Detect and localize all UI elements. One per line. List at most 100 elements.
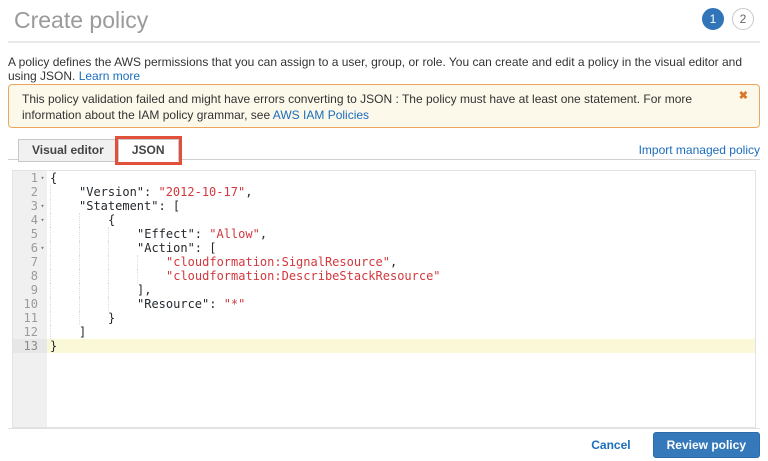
fold-arrow-icon[interactable]: ▾	[38, 241, 47, 255]
gutter-line-number: 11	[13, 311, 47, 325]
gutter-line-number[interactable]: 3▾	[13, 199, 47, 213]
indent-guide	[108, 297, 137, 311]
code-line[interactable]: "cloudformation:SignalResource",	[47, 255, 755, 269]
code-line[interactable]: {	[47, 171, 755, 185]
fold-spacer	[38, 325, 47, 339]
learn-more-link[interactable]: Learn more	[79, 69, 140, 83]
fold-arrow-icon[interactable]: ▾	[38, 199, 47, 213]
code-token: ],	[137, 283, 151, 297]
tab-json[interactable]: JSON	[118, 139, 179, 162]
code-line[interactable]: ]	[47, 325, 755, 339]
indent-guide	[50, 199, 79, 213]
indent-guide	[50, 311, 79, 325]
editor-tabs: Visual editor JSON	[18, 139, 179, 162]
fold-spacer	[38, 283, 47, 297]
indent-guide	[79, 311, 108, 325]
indent-guide	[50, 283, 79, 297]
import-managed-policy-link[interactable]: Import managed policy	[639, 143, 760, 157]
indent-guide	[137, 255, 166, 269]
code-token: {	[50, 171, 57, 185]
validation-warning-banner: This policy validation failed and might …	[8, 84, 760, 128]
code-line[interactable]: "Version": "2012-10-17",	[47, 185, 755, 199]
gutter-line-number: 9	[13, 283, 47, 297]
indent-guide	[50, 185, 79, 199]
indent-guide	[50, 227, 79, 241]
editor-code[interactable]: {"Version": "2012-10-17","Statement": [{…	[47, 171, 755, 427]
code-line[interactable]: ],	[47, 283, 755, 297]
footer-bar: Cancel Review policy	[8, 428, 760, 461]
title-divider	[8, 41, 760, 43]
code-token: ,	[390, 255, 397, 269]
fold-spacer	[38, 227, 47, 241]
editor-gutter: 1▾23▾4▾56▾78910111213	[13, 171, 47, 427]
indent-guide	[79, 213, 108, 227]
code-token: }	[108, 311, 115, 325]
intro-text: A policy defines the AWS permissions tha…	[8, 55, 760, 83]
step-indicator: 1 2	[702, 8, 754, 30]
step-1-circle: 1	[702, 8, 724, 30]
gutter-line-number: 5	[13, 227, 47, 241]
tab-visual-editor[interactable]: Visual editor	[18, 139, 118, 162]
code-line[interactable]: "cloudformation:DescribeStackResource"	[47, 269, 755, 283]
code-string-token: "cloudformation:DescribeStackResource"	[166, 269, 441, 283]
page-title: Create policy	[14, 7, 148, 34]
code-line[interactable]: {	[47, 213, 755, 227]
indent-guide	[79, 269, 108, 283]
gutter-line-number: 12	[13, 325, 47, 339]
gutter-line-number: 8	[13, 269, 47, 283]
review-policy-button[interactable]: Review policy	[653, 432, 760, 458]
code-token: }	[50, 339, 57, 353]
fold-arrow-icon[interactable]: ▾	[38, 171, 47, 185]
indent-guide	[50, 297, 79, 311]
indent-guide	[108, 255, 137, 269]
indent-guide	[50, 325, 79, 339]
gutter-line-number: 13	[13, 339, 47, 353]
gutter-line-number[interactable]: 1▾	[13, 171, 47, 185]
indent-guide	[79, 297, 108, 311]
gutter-line-number: 7	[13, 255, 47, 269]
gutter-line-number[interactable]: 4▾	[13, 213, 47, 227]
code-line[interactable]: "Action": [	[47, 241, 755, 255]
code-line[interactable]: "Resource": "*"	[47, 297, 755, 311]
iam-policies-link[interactable]: AWS IAM Policies	[273, 108, 369, 122]
code-token: ,	[245, 185, 252, 199]
step-2-circle: 2	[732, 8, 754, 30]
indent-guide	[50, 269, 79, 283]
gutter-line-number: 2	[13, 185, 47, 199]
code-line[interactable]: }	[47, 311, 755, 325]
code-line[interactable]: "Statement": [	[47, 199, 755, 213]
code-token: "Effect":	[137, 227, 209, 241]
fold-spacer	[38, 185, 47, 199]
indent-guide	[79, 241, 108, 255]
code-line[interactable]: "Effect": "Allow",	[47, 227, 755, 241]
code-token: "Action": [	[137, 241, 216, 255]
indent-guide	[79, 227, 108, 241]
indent-guide	[137, 269, 166, 283]
json-code-editor[interactable]: 1▾23▾4▾56▾78910111213 {"Version": "2012-…	[12, 170, 756, 428]
code-token: "Statement": [	[79, 199, 180, 213]
indent-guide	[50, 255, 79, 269]
indent-guide	[79, 283, 108, 297]
fold-arrow-icon[interactable]: ▾	[38, 213, 47, 227]
code-token: ,	[260, 227, 267, 241]
code-token: "Version":	[79, 185, 158, 199]
close-icon[interactable]: ✖	[739, 90, 748, 102]
code-string-token: "Allow"	[209, 227, 260, 241]
create-policy-page: Create policy 1 2 A policy defines the A…	[0, 0, 768, 461]
code-line[interactable]: }	[47, 339, 755, 353]
fold-spacer	[38, 311, 47, 325]
fold-spacer	[38, 297, 47, 311]
gutter-line-number[interactable]: 6▾	[13, 241, 47, 255]
indent-guide	[108, 241, 137, 255]
indent-guide	[108, 227, 137, 241]
indent-guide	[108, 283, 137, 297]
fold-spacer	[38, 269, 47, 283]
cancel-button[interactable]: Cancel	[591, 438, 630, 452]
code-string-token: "*"	[224, 297, 246, 311]
fold-spacer	[38, 339, 47, 353]
code-token: ]	[79, 325, 86, 339]
code-string-token: "2012-10-17"	[158, 185, 245, 199]
indent-guide	[50, 213, 79, 227]
code-string-token: "cloudformation:SignalResource"	[166, 255, 390, 269]
indent-guide	[79, 255, 108, 269]
